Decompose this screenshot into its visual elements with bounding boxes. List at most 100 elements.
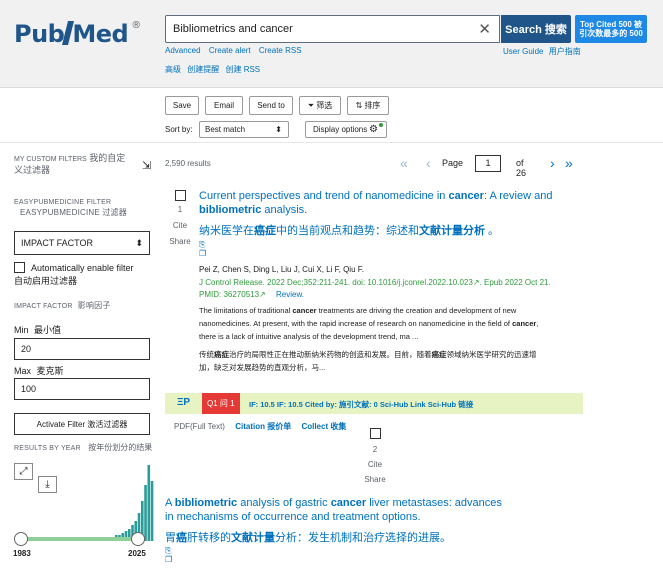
sort-button[interactable]: ⇅ 排序 [347,96,389,115]
search-button[interactable]: Search 搜索 [501,15,571,43]
impact-factor-select-value: IMPACT FACTOR [21,238,94,248]
auto-enable-filter[interactable]: Automatically enable filter 自动启用过滤器 [14,262,134,288]
journal-citation: J Control Release. 2022 Dec;352:211-241.… [199,278,473,287]
article-1-cite[interactable]: Cite [165,220,195,232]
article-tools: PDF(Full Text) Citation 报价单 Collect 收集 [174,421,354,432]
easypubmed-icon[interactable]: ΞP [177,397,190,408]
abstract-cn-text: 领域纳米医学研究的迅速增 [446,350,537,359]
abstract-text: nanomedicines. At present, with the rapi… [199,319,513,328]
abstract-highlight: cancer [512,319,537,328]
filter-label: 筛选 [316,101,333,110]
results-by-year-histogram[interactable] [14,461,154,541]
display-options-button[interactable]: Display options ⚙ [305,121,387,138]
page-input[interactable]: 1 [475,155,501,172]
advanced-link[interactable]: Advanced [165,46,201,55]
pdf-full-text-link[interactable]: PDF(Full Text) [174,422,225,431]
article-1-share[interactable]: Share [165,236,195,248]
search-box: ✕ [165,15,500,43]
impact-metrics[interactable]: IF: 10.5 IF: 10.5 Cited by: 施引文献: 0 Sci-… [249,399,473,410]
user-guide-link-cn[interactable]: 用户指南 [549,47,581,56]
article-2-title-cn[interactable]: 胃癌肝转移的文献计量分析：发生机制和治疗选择的进展。 [165,529,451,545]
article-2-actions: 2 Cite Share [360,428,390,487]
filter-button[interactable]: ⏷ 筛选 [299,96,341,115]
year-slider-range [20,537,138,541]
min-field[interactable]: 20 [14,338,150,360]
display-options-label: Display options [313,125,368,134]
article-2-cite[interactable]: Cite [360,457,390,472]
create-alert-link[interactable]: Create alert [209,46,251,55]
year-slider-end-handle[interactable] [131,532,145,546]
impact-factor-select[interactable]: IMPACT FACTOR ⬍ [14,231,150,255]
year-slider-start-handle[interactable] [14,532,28,546]
activate-filter-button[interactable]: Activate Filter 激活过滤器 [14,413,150,435]
article-1-title-cn[interactable]: 纳米医学在癌症中的当前观点和趋势：综述和文献计量分析 。 [199,222,559,238]
histogram-bar[interactable] [147,465,151,541]
create-alert-link-cn[interactable]: 创建提醒 [187,65,219,74]
user-guide: User Guide 用户指南 [503,46,584,57]
first-page-icon[interactable]: « [400,154,408,172]
pmid: PMID: 36270513 [199,290,260,299]
results-by-year-label-cn: 按年份划分的结果 [88,443,153,452]
title-highlight: bibliometric [174,497,238,509]
histogram-bar[interactable] [150,481,154,541]
select-arrows-icon: ⬍ [135,238,143,248]
email-button[interactable]: Email [205,96,243,115]
send-to-button[interactable]: Send to [249,96,293,115]
header-links-cn: 高级 创建提醒 创建 RSS [165,64,264,75]
save-button[interactable]: Save [165,96,199,115]
link-icon[interactable]: ⎘ [165,546,172,555]
article-1-authors: Pei Z, Chen S, Ding L, Liu J, Cui X, Li … [199,265,364,274]
year-start-label: 1983 [13,549,31,558]
top-cited-button[interactable]: Top Cited 500 被引次数最多的 500 [575,15,647,43]
next-page-icon[interactable]: › [550,154,555,172]
abstract-text: The limitations of traditional [199,306,293,315]
article-1-checkbox[interactable] [174,190,186,201]
external-link-icon[interactable]: ↗ [259,290,266,299]
title-cn-highlight: 癌 [176,532,187,544]
clear-icon[interactable]: ✕ [478,20,491,38]
results-by-year-heading: RESULTS BY YEAR 按年份划分的结果 [14,441,156,454]
external-link-icon[interactable]: ↗ [473,278,480,287]
impact-factor-label: IMPACT FACTOR [14,303,73,310]
results-count: 2,590 results [165,159,211,168]
year-end-label: 2025 [128,549,146,558]
article-2-checkbox[interactable] [369,428,381,439]
my-custom-filters-label: MY CUSTOM FILTERS [14,156,87,163]
logo-registered: ® [131,20,141,31]
article-1-title[interactable]: Current perspectives and trend of nanome… [199,189,559,217]
article-1-journal: J Control Release. 2022 Dec;352:211-241.… [199,277,579,301]
abstract-highlight: cancer [292,306,317,315]
my-custom-filters-heading: MY CUSTOM FILTERS 我的自定义过滤器 [14,153,134,176]
citation-link[interactable]: Citation 报价单 [235,422,291,431]
copy-icon[interactable]: ❐ [199,249,206,258]
search-input[interactable] [166,16,466,42]
last-page-icon[interactable]: » [565,154,573,172]
create-rss-link-cn[interactable]: 创建 RSS [225,65,260,74]
link-icon[interactable]: ⎘ [199,240,206,249]
article-2-share[interactable]: Share [360,472,390,487]
histogram-bar[interactable] [144,485,147,541]
copy-icon[interactable]: ❐ [165,555,172,564]
create-rss-link[interactable]: Create RSS [259,46,302,55]
user-guide-link[interactable]: User Guide [503,47,543,56]
impact-factor-label-cn: 影响因子 [77,301,111,310]
external-link-icon[interactable]: ⇲ [142,159,151,172]
title-cn-text: 分析：发生机制和治疗选择的进展。 [275,532,451,544]
title-cn-text: 胃 [165,532,176,544]
collect-link[interactable]: Collect 收集 [301,422,346,431]
article-1-number: 1 [177,205,183,214]
pubmed-logo[interactable]: Pub Med ® [14,20,141,48]
select-arrows-icon: ⬍ [275,125,282,134]
article-1: 1 Cite Share Current perspectives and tr… [165,188,585,388]
auto-enable-checkbox[interactable] [14,262,25,273]
prev-page-icon[interactable]: ‹ [426,154,431,172]
results-by-year-label: RESULTS BY YEAR [14,445,81,452]
max-field[interactable]: 100 [14,378,150,400]
article-2-title[interactable]: A bibliometric analysis of gastric cance… [165,496,510,524]
sort-select[interactable]: Best match ⬍ [199,121,289,138]
advanced-link-cn[interactable]: 高级 [165,65,181,74]
max-label: Max 麦克斯 [14,364,64,377]
sort-icon: ⇅ [355,101,363,110]
article-1-abstract: The limitations of traditional cancer tr… [199,304,579,343]
title-cn-text: 肝转移的 [187,532,231,544]
